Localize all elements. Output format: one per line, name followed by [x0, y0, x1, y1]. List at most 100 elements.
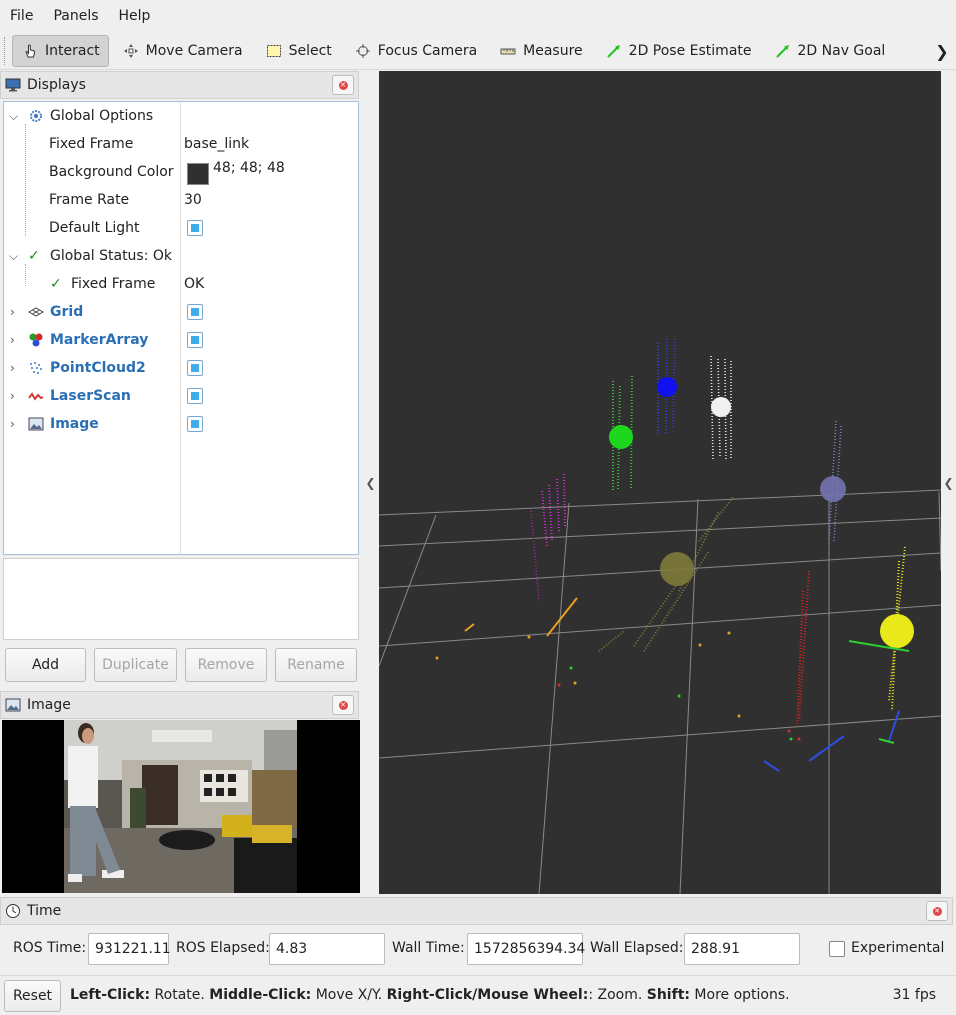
chevron-right-icon[interactable]: ›: [10, 389, 15, 403]
add-button[interactable]: Add: [5, 648, 86, 682]
tree-row-status-fixed-frame[interactable]: ✓ Fixed Frame OK: [4, 270, 358, 298]
experimental-label: Experimental: [851, 940, 945, 956]
gear-icon: [30, 110, 42, 122]
time-close-button[interactable]: ✕: [926, 901, 948, 921]
remove-button[interactable]: Remove: [185, 648, 267, 682]
right-dock-collapse-handle[interactable]: ❮: [941, 71, 956, 894]
global-options-label: Global Options: [50, 108, 154, 124]
pose-estimate-label: 2D Pose Estimate: [628, 42, 752, 59]
ros-time-label: ROS Time:: [13, 940, 87, 956]
grid-icon: [28, 307, 44, 317]
tree-row-pointcloud2[interactable]: › PointCloud2: [4, 354, 358, 382]
chevron-down-icon[interactable]: ⌵: [9, 249, 18, 264]
laser-scan-checkbox[interactable]: [187, 388, 203, 404]
clock-icon: [6, 904, 20, 918]
ros-time-field[interactable]: 931221.11: [88, 933, 171, 965]
select-icon: [265, 42, 283, 60]
tree-row-grid[interactable]: › Grid: [4, 298, 358, 326]
check-icon: ✓: [50, 276, 62, 292]
image-checkbox[interactable]: [187, 416, 203, 432]
nav-goal-tool[interactable]: 2D Nav Goal: [765, 35, 895, 67]
move-camera-label: Move Camera: [145, 42, 243, 59]
image-close-button[interactable]: ✕: [332, 695, 354, 715]
chevron-right-icon[interactable]: ›: [10, 417, 15, 431]
toolbar-grip[interactable]: [4, 36, 8, 65]
hint-middle-click-key: Middle-Click:: [209, 987, 312, 1003]
menu-help[interactable]: Help: [109, 0, 161, 32]
displays-close-button[interactable]: ✕: [332, 75, 354, 95]
ros-elapsed-label: ROS Elapsed:: [176, 940, 270, 956]
tree-row-fixed-frame[interactable]: Fixed Frame base_link: [4, 130, 358, 158]
pose-estimate-tool[interactable]: 2D Pose Estimate: [596, 35, 761, 67]
reset-button[interactable]: Reset: [4, 980, 61, 1012]
displays-panel-title: Displays: [27, 77, 86, 93]
background-color-swatch[interactable]: [187, 163, 209, 185]
green-arrow-icon: [774, 42, 792, 60]
tree-row-frame-rate[interactable]: Frame Rate 30: [4, 186, 358, 214]
duplicate-button[interactable]: Duplicate: [94, 648, 177, 682]
focus-camera-label: Focus Camera: [377, 42, 478, 59]
render-viewport[interactable]: [379, 71, 941, 894]
experimental-checkbox[interactable]: [829, 941, 845, 957]
pointcloud2-display-label: PointCloud2: [50, 360, 146, 376]
default-light-label: Default Light: [49, 220, 140, 236]
select-tool[interactable]: Select: [256, 35, 341, 67]
hint-left-click-desc: Rotate.: [150, 987, 210, 1003]
background-color-value[interactable]: 48; 48; 48: [213, 160, 285, 176]
frame-rate-label: Frame Rate: [49, 192, 130, 208]
interact-tool[interactable]: Interact: [12, 34, 109, 67]
measure-tool[interactable]: Measure: [490, 35, 592, 67]
focus-camera-tool[interactable]: Focus Camera: [345, 35, 486, 67]
marker-array-display-label: MarkerArray: [50, 332, 149, 348]
close-icon: ✕: [338, 700, 348, 710]
ruler-icon: [499, 42, 517, 60]
wall-time-field[interactable]: 1572856394.34: [467, 933, 585, 965]
fps-readout: 31 fps: [892, 987, 936, 1003]
image-display-label: Image: [50, 416, 99, 432]
time-panel: ROS Time: 931221.11 ROS Elapsed: 4.83 Wa…: [0, 929, 956, 969]
focus-camera-icon: [354, 42, 372, 60]
hand-pointer-icon: [21, 42, 39, 60]
interact-label: Interact: [45, 42, 100, 59]
tree-row-default-light[interactable]: Default Light: [4, 214, 358, 242]
wall-elapsed-field[interactable]: 288.91: [684, 933, 800, 965]
displays-panel-header: Displays ✕: [0, 71, 359, 99]
wall-time-label: Wall Time:: [392, 940, 465, 956]
ros-elapsed-field[interactable]: 4.83: [269, 933, 385, 965]
tree-row-global-options[interactable]: ⌵ Global Options: [4, 102, 358, 130]
marker-array-checkbox[interactable]: [187, 332, 203, 348]
chevron-right-icon[interactable]: ›: [10, 305, 15, 319]
chevron-right-icon[interactable]: ›: [10, 361, 15, 375]
menu-file[interactable]: File: [0, 0, 43, 32]
default-light-checkbox[interactable]: [187, 220, 203, 236]
tree-row-background-color[interactable]: Background Color 48; 48; 48: [4, 158, 358, 186]
tree-row-global-status[interactable]: ⌵ ✓ Global Status: Ok: [4, 242, 358, 270]
chevron-right-icon[interactable]: ›: [10, 333, 15, 347]
check-icon: ✓: [28, 248, 40, 264]
tree-row-marker-array[interactable]: › MarkerArray: [4, 326, 358, 354]
green-arrow-icon: [605, 42, 623, 60]
chevron-down-icon[interactable]: ⌵: [9, 109, 18, 124]
rename-button[interactable]: Rename: [275, 648, 357, 682]
image-panel-title: Image: [27, 697, 71, 713]
hint-right-click-key: Right-Click/Mouse Wheel:: [386, 987, 589, 1003]
pointcloud2-checkbox[interactable]: [187, 360, 203, 376]
tree-row-image[interactable]: › Image: [4, 410, 358, 438]
time-panel-title: Time: [27, 903, 62, 919]
status-fixed-frame-label: Fixed Frame: [71, 276, 156, 292]
wall-elapsed-label: Wall Elapsed:: [590, 940, 684, 956]
displays-tree[interactable]: ⌵ Global Options Fixed Frame base_link B…: [3, 101, 359, 555]
left-dock-collapse-handle[interactable]: ❮: [362, 71, 379, 894]
tree-row-laser-scan[interactable]: › LaserScan: [4, 382, 358, 410]
time-panel-header: Time ✕: [0, 897, 953, 925]
grid-checkbox[interactable]: [187, 304, 203, 320]
frame-rate-value[interactable]: 30: [184, 192, 202, 208]
toolbar-overflow-chevron-icon[interactable]: ❯: [934, 38, 950, 64]
tool-bar: Interact Move Camera Select Focus Camera…: [0, 32, 956, 70]
fixed-frame-value[interactable]: base_link: [184, 136, 249, 152]
background-color-label: Background Color: [49, 164, 174, 180]
move-camera-tool[interactable]: Move Camera: [113, 35, 252, 67]
image-panel-header: Image ✕: [0, 691, 359, 719]
menu-panels[interactable]: Panels: [43, 0, 108, 32]
hint-middle-click-desc: Move X/Y.: [311, 987, 387, 1003]
